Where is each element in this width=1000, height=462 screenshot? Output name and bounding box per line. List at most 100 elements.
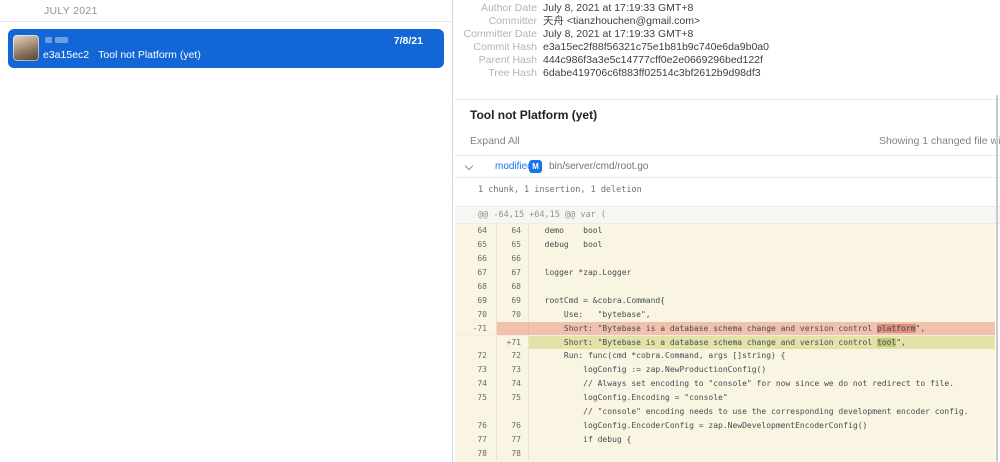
new-line-number: 68 [497,280,529,294]
diff-line-context: 7676 logConfig.EncoderConfig = zap.NewDe… [455,419,995,433]
diff-line-context: 6767 logger *zap.Logger [455,266,995,280]
metadata-value: July 8, 2021 at 17:19:33 GMT+8 [543,2,693,15]
new-line-number: 64 [497,224,529,238]
diff-lines: 6464 demo bool6565 debug bool66666767 lo… [455,224,995,462]
changed-files-summary: Showing 1 changed file with 1 add [879,135,1000,147]
new-line-number: +71 [497,336,529,350]
commit-date: 7/8/21 [394,35,423,47]
diff-code-text [529,252,995,266]
metadata-divider [455,99,1000,100]
old-line-number: 72 [455,349,497,363]
metadata-row: Commit Hash e3a15ec2f88f56321c75e1b81b9c7… [455,41,1000,54]
metadata-label: Committer Date [455,28,537,41]
diff-code-text [529,280,995,294]
new-line-number: 77 [497,433,529,447]
old-line-number [455,405,497,419]
new-line-number: 74 [497,377,529,391]
metadata-value: e3a15ec2f88f56321c75e1b81b9c740e6da9b0a0 [543,41,769,54]
diff-line-context: 6868 [455,280,995,294]
commit-list-panel: JULY 2021 7/8/21 e3a15ec2 Tool not Platfo… [0,0,452,462]
old-line-number: 76 [455,419,497,433]
diff-code-text: logger *zap.Logger [529,266,995,280]
commit-message: Tool not Platform (yet) [98,49,201,61]
old-line-number: 74 [455,377,497,391]
old-line-number: 77 [455,433,497,447]
metadata-label: Parent Hash [455,54,537,67]
modified-badge: M [529,160,542,173]
metadata-value: 天舟 <tianzhouchen@gmail.com> [543,15,700,28]
new-line-number: 66 [497,252,529,266]
metadata-row: Committer Date July 8, 2021 at 17:19:33 G… [455,28,1000,41]
diff-code-text: Short: "Bytebase is a database schema ch… [535,324,877,333]
diff-line-context: 7373 logConfig := zap.NewProductionConfi… [455,363,995,377]
panel-divider[interactable] [452,0,453,462]
commit-summary: e3a15ec2 Tool not Platform (yet) [43,49,201,61]
diff-code-text: logConfig.EncoderConfig = zap.NewDevelop… [529,419,995,433]
diff-code-text: Short: "Bytebase is a database schema ch… [529,322,995,335]
new-line-number: 75 [497,391,529,405]
diff-code-text: // Always set encoding to "console" for … [529,377,995,391]
new-line-number: 67 [497,266,529,280]
commit-list-section-header: JULY 2021 [0,0,452,22]
new-line-number [497,405,529,419]
metadata-label: Commit Hash [455,41,537,54]
old-line-number: 73 [455,363,497,377]
diff-line-deletion: -71 Short: "Bytebase is a database schem… [455,322,995,336]
old-line-number: 64 [455,224,497,238]
new-line-number: 70 [497,308,529,322]
old-line-number: 65 [455,238,497,252]
diff-code-text: Short: "Bytebase is a database schema ch… [535,338,877,347]
word-diff-highlight: platform [877,324,916,333]
old-line-number: 69 [455,294,497,308]
diff-code-text: Short: "Bytebase is a database schema ch… [529,336,995,350]
chevron-down-icon[interactable] [466,163,473,170]
diff-line-context: 7474 // Always set encoding to "console"… [455,377,995,391]
diff-code-text: debug bool [529,238,995,252]
metadata-label: Author Date [455,2,537,15]
old-line-number: -71 [455,322,497,335]
diff-code-text: demo bool [529,224,995,238]
old-line-number: 75 [455,391,497,405]
author-name-redacted [55,37,68,43]
commit-detail-panel: Author天舟 <tianzhouchen@gmail.com>Author … [455,0,1000,462]
diff-line-addition: +71 Short: "Bytebase is a database schem… [455,336,995,350]
diff-code-text: rootCmd = &cobra.Command{ [529,294,995,308]
metadata-row: Tree Hash6dabe419706c6f883ff02514c3bf261… [455,67,1000,80]
old-line-number: 70 [455,308,497,322]
new-line-number [497,322,529,335]
diff-line-context: // "console" encoding needs to use the c… [455,405,995,419]
section-label: JULY 2021 [44,5,98,17]
diff-code-text: ", [896,338,906,347]
metadata-label: Committer [455,15,537,28]
diff-code-text: Use: "bytebase", [529,308,995,322]
chunk-summary: 1 chunk, 1 insertion, 1 deletion [478,185,642,195]
metadata-value: July 8, 2021 at 17:19:33 GMT+8 [543,28,693,41]
diff-line-context: 7575 logConfig.Encoding = "console" [455,391,995,405]
metadata-value: 444c986f3a3e5c14777cff0e2e0669296bed122f [543,54,763,67]
expand-all-button[interactable]: Expand All [470,135,520,147]
metadata-row: Parent Hash 444c986f3a3e5c14777cff0e2e066… [455,54,1000,67]
old-line-number [455,336,497,350]
diff-code-text [529,447,995,461]
scrollbar[interactable] [996,95,998,462]
hunk-header: @@ -64,15 +64,15 @@ var ( [455,206,1000,224]
diff-code-text: logConfig.Encoding = "console" [529,391,995,405]
file-diff-header[interactable]: modified M bin/server/cmd/root.go [455,155,1000,178]
diff-code-text: if debug { [529,433,995,447]
commit-metadata: Author天舟 <tianzhouchen@gmail.com>Author … [455,0,1000,80]
new-line-number: 65 [497,238,529,252]
diff-line-context: 7070 Use: "bytebase", [455,308,995,322]
diff-line-context: 7777 if debug { [455,433,995,447]
author-name-redacted [45,37,52,43]
diff-line-context: 7272 Run: func(cmd *cobra.Command, args … [455,349,995,363]
new-line-number: 73 [497,363,529,377]
diff-line-context: 6464 demo bool [455,224,995,238]
old-line-number: 68 [455,280,497,294]
old-line-number: 67 [455,266,497,280]
git-client-window: JULY 2021 7/8/21 e3a15ec2 Tool not Platfo… [0,0,1000,462]
commit-short-hash: e3a15ec2 [43,49,89,61]
diff-code-text: ", [916,324,926,333]
commit-row-selected[interactable]: 7/8/21 e3a15ec2 Tool not Platform (yet) [8,29,444,68]
author-avatar [13,35,39,61]
diff-code-text: logConfig := zap.NewProductionConfig() [529,363,995,377]
